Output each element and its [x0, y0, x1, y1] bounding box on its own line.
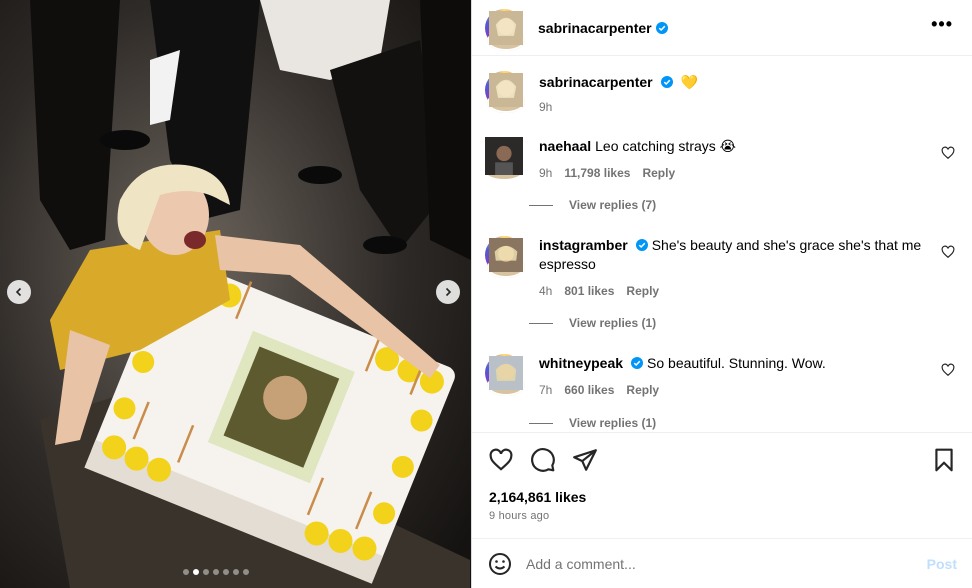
verified-badge-icon — [655, 21, 668, 34]
share-button[interactable] — [572, 447, 598, 473]
heart-icon — [489, 448, 513, 471]
carousel-indicator — [183, 569, 249, 575]
caption-time: 9h — [539, 100, 553, 114]
author-username[interactable]: sabrinacarpenter — [538, 20, 652, 36]
view-replies-label: View replies (1) — [569, 416, 657, 430]
caption-text: 💛 — [680, 74, 698, 90]
paper-plane-icon — [573, 449, 597, 471]
chevron-right-icon — [445, 287, 452, 297]
post-time[interactable]: 9 hours ago — [489, 510, 549, 522]
comment-likes[interactable]: 801 likes — [564, 282, 614, 301]
carousel-dot — [213, 569, 219, 575]
replies-divider — [529, 322, 553, 324]
carousel-dot — [203, 569, 209, 575]
commenter-avatar[interactable] — [485, 354, 525, 396]
bookmark-icon — [935, 448, 953, 472]
comment-likes[interactable]: 660 likes — [564, 381, 614, 400]
carousel-dot — [223, 569, 229, 575]
reply-button[interactable]: Reply — [626, 282, 659, 301]
emoji-icon[interactable] — [488, 552, 512, 576]
post-media — [0, 0, 471, 588]
chevron-left-icon — [15, 287, 22, 297]
verified-badge-icon — [635, 239, 648, 251]
comment-username[interactable]: instagramber — [539, 237, 628, 253]
replies-divider — [529, 422, 553, 424]
caption-username[interactable]: sabrinacarpenter — [539, 74, 653, 90]
like-comment-heart-icon[interactable] — [941, 363, 955, 377]
post-header: sabrinacarpenter ••• — [472, 0, 972, 56]
view-replies-button[interactable]: View replies (1) — [529, 416, 656, 430]
post-actions: 2,164,861 likes 9 hours ago — [472, 432, 972, 538]
carousel-dot — [193, 569, 199, 575]
view-replies-label: View replies (1) — [569, 316, 657, 330]
post-likes-count[interactable]: 2,164,861 likes — [489, 489, 586, 505]
reply-button[interactable]: Reply — [626, 381, 659, 400]
comment-text: So beautiful. Stunning. Wow. — [647, 355, 826, 371]
commenter-avatar[interactable] — [485, 236, 525, 278]
comment-input[interactable] — [526, 555, 906, 572]
verified-badge-icon — [660, 76, 673, 88]
replies-divider — [529, 204, 553, 206]
view-replies-button[interactable]: View replies (1) — [529, 316, 656, 330]
comment-bubble-icon — [531, 448, 555, 472]
next-slide-button[interactable] — [436, 280, 460, 304]
post-side-panel: sabrinacarpenter ••• sabrinacarpenter 💛 … — [471, 0, 972, 588]
reply-button[interactable]: Reply — [642, 164, 675, 183]
like-comment-heart-icon[interactable] — [941, 146, 955, 160]
verified-badge-icon — [631, 357, 644, 369]
post-photo — [0, 0, 471, 588]
comment-likes[interactable]: 11,798 likes — [564, 164, 630, 183]
save-button[interactable] — [931, 447, 957, 473]
carousel-dot — [183, 569, 189, 575]
carousel-dot — [243, 569, 249, 575]
view-replies-button[interactable]: View replies (7) — [529, 198, 656, 212]
carousel-dot — [233, 569, 239, 575]
author-avatar[interactable] — [485, 8, 525, 51]
add-comment-bar: Post — [472, 538, 972, 588]
post-comment-button[interactable]: Post — [927, 556, 957, 572]
comment-time: 9h — [539, 166, 553, 180]
comment-time: 7h — [539, 383, 553, 397]
comments-list: sabrinacarpenter 💛 9h naehaal Leo catchin… — [472, 57, 972, 432]
like-comment-heart-icon[interactable] — [941, 245, 955, 259]
more-options-button[interactable]: ••• — [931, 14, 953, 35]
view-replies-label: View replies (7) — [569, 198, 657, 212]
comment-username[interactable]: whitneypeak — [539, 355, 623, 371]
commenter-avatar[interactable] — [485, 137, 523, 179]
previous-slide-button[interactable] — [7, 280, 31, 304]
comment-username[interactable]: naehaal — [539, 138, 591, 154]
like-button[interactable] — [488, 447, 514, 473]
comment-text: Leo catching strays 😭 — [595, 138, 737, 154]
comment-button[interactable] — [530, 447, 556, 473]
author-avatar[interactable] — [485, 71, 525, 113]
comment-time: 4h — [539, 284, 553, 298]
